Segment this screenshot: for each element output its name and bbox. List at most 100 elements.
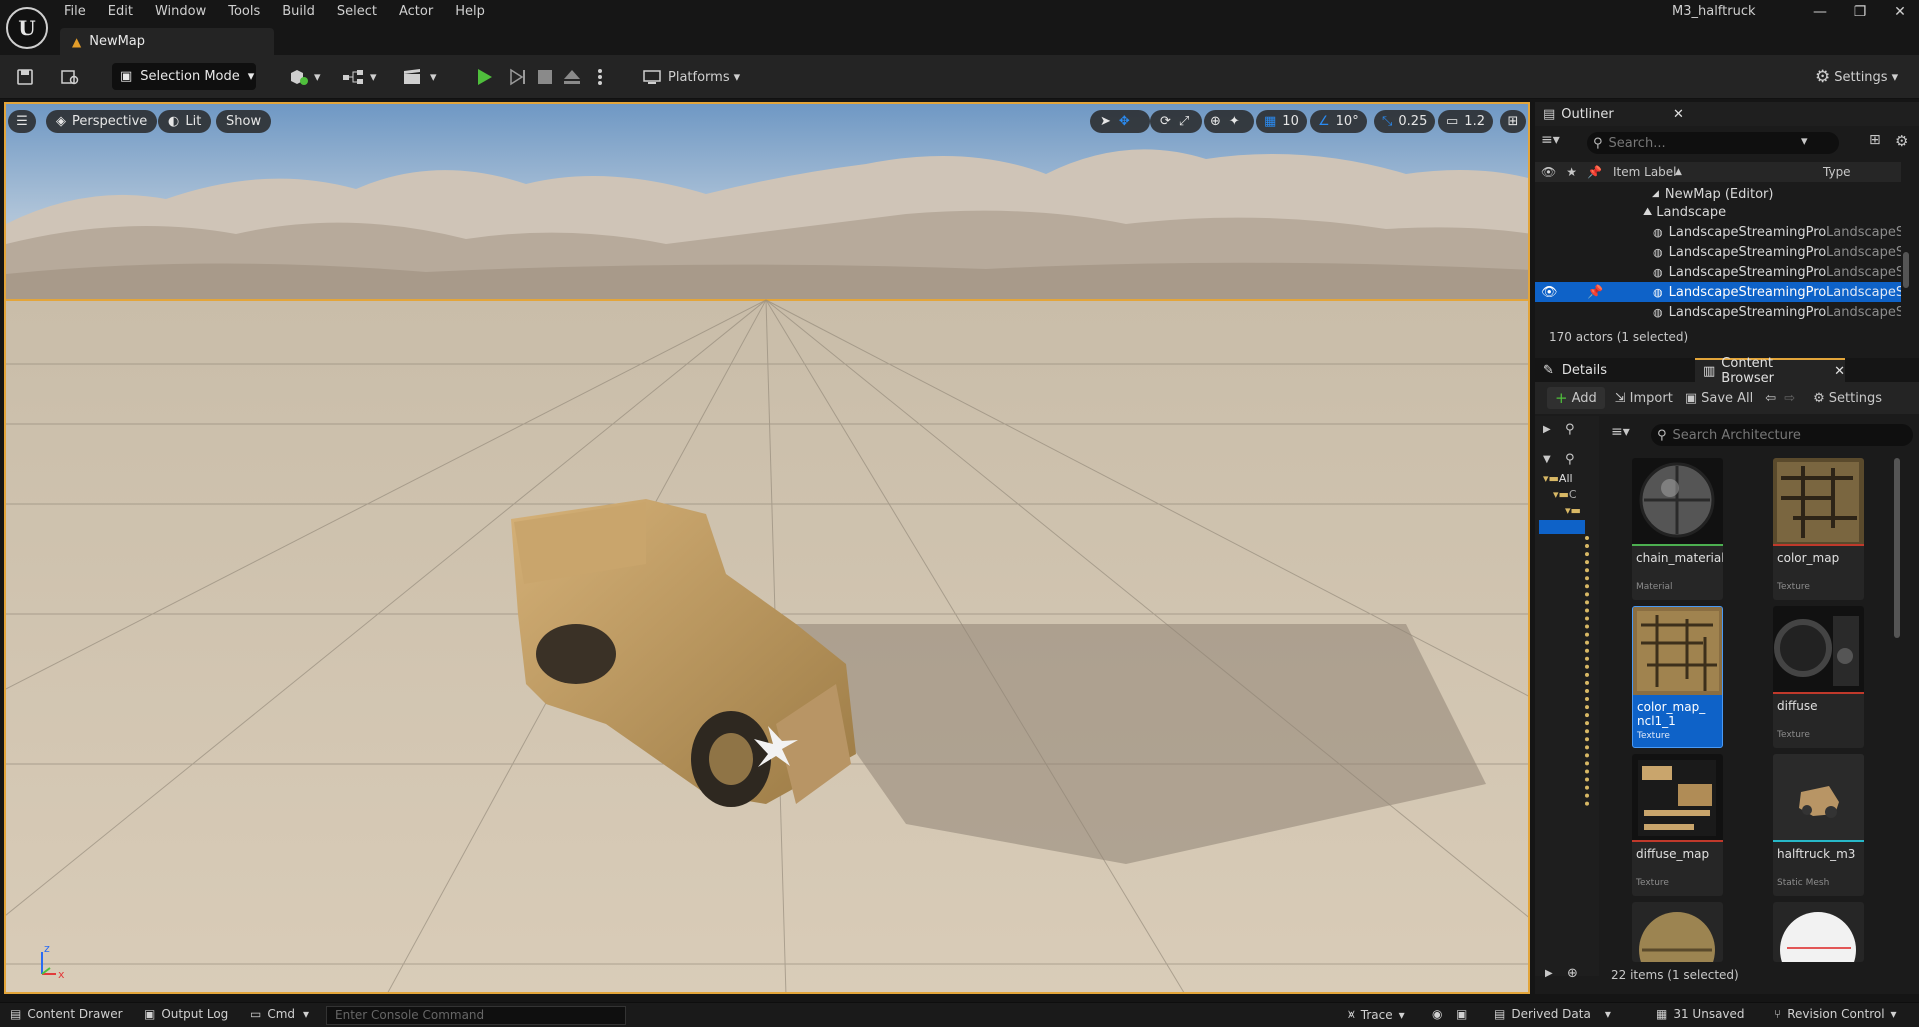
tree-item-c[interactable]: ▾▬C bbox=[1553, 488, 1577, 501]
filter-icon[interactable]: ≡▾ bbox=[1611, 424, 1630, 440]
more-options-icon[interactable] bbox=[596, 63, 604, 91]
record-icon[interactable]: ◉ bbox=[1432, 1007, 1442, 1021]
visibility-icon[interactable]: 👁 bbox=[1541, 285, 1558, 300]
outliner-row[interactable]: ◢ NewMap (Editor) bbox=[1535, 184, 1901, 204]
cmd-dropdown[interactable]: ▭ Cmd ▾ bbox=[250, 1007, 309, 1021]
close-icon[interactable]: ✕ bbox=[1673, 107, 1684, 122]
screenshot-icon[interactable]: ▣ bbox=[1456, 1007, 1467, 1021]
blueprint-button[interactable]: ▾ bbox=[342, 63, 377, 91]
stop-icon[interactable] bbox=[536, 63, 554, 91]
world-icon[interactable]: ⊕ bbox=[1210, 114, 1221, 129]
close-icon[interactable]: ✕ bbox=[1834, 364, 1845, 379]
grid-snap-button[interactable]: ▦ 10 bbox=[1256, 110, 1307, 133]
menu-build[interactable]: Build bbox=[282, 2, 327, 22]
outliner-row[interactable]: ◍ LandscapeStreamingPro LandscapeSt bbox=[1535, 242, 1901, 262]
save-all-button[interactable]: ▣ Save All bbox=[1685, 391, 1753, 406]
chevron-down-icon[interactable]: ▾ bbox=[1801, 134, 1808, 149]
menu-window[interactable]: Window bbox=[155, 2, 218, 22]
document-tab-newmap[interactable]: ▲ NewMap bbox=[60, 28, 274, 55]
trace-dropdown[interactable]: ⩙ Trace ▾ bbox=[1348, 1007, 1405, 1022]
revision-control-dropdown[interactable]: ⑂ Revision Control ▾ bbox=[1774, 1007, 1897, 1021]
menu-file[interactable]: File bbox=[64, 2, 98, 22]
cb-settings-button[interactable]: ⚙ Settings bbox=[1813, 391, 1882, 406]
pin-icon[interactable]: 📌 bbox=[1587, 165, 1602, 179]
lit-button[interactable]: ◐ Lit bbox=[158, 110, 212, 133]
close-icon[interactable]: ✕ bbox=[1880, 0, 1919, 24]
select-arrow-icon[interactable]: ➤ bbox=[1100, 114, 1111, 129]
expand-icon[interactable]: ▶ bbox=[1543, 424, 1551, 435]
content-drawer-button[interactable]: ▤ Content Drawer bbox=[10, 1007, 123, 1021]
show-button[interactable]: Show bbox=[216, 110, 272, 133]
asset-tile-diffuse[interactable]: diffuse Texture bbox=[1773, 606, 1864, 748]
star-icon[interactable]: ★ bbox=[1566, 165, 1577, 179]
level-viewport[interactable]: ☰ ◈ Perspective ◐ Lit Show ➤ ✥ ⟳ ⤢ ⊕ ✦ ▦… bbox=[4, 102, 1530, 994]
selection-mode-dropdown[interactable]: ▣ Selection Mode ▾ bbox=[112, 63, 256, 90]
add-folder-icon[interactable]: ⊞ bbox=[1869, 132, 1881, 148]
outliner-row[interactable]: ◍ LandscapeStreamingPro LandscapeSt bbox=[1535, 302, 1901, 322]
advance-frame-icon[interactable] bbox=[508, 63, 528, 91]
browse-icon[interactable] bbox=[60, 63, 80, 91]
add-button[interactable]: + Add bbox=[1547, 387, 1605, 409]
menu-tools[interactable]: Tools bbox=[228, 2, 272, 22]
platforms-button[interactable]: Platforms ▾ bbox=[642, 63, 740, 91]
eject-icon[interactable] bbox=[562, 63, 582, 91]
asset-tile-diffuse-map[interactable]: diffuse_map Texture bbox=[1632, 754, 1723, 896]
rotation-snap-button[interactable]: ∠ 10° bbox=[1310, 110, 1367, 133]
asset-tile-halftruck-m3[interactable]: halftruck_m3 Static Mesh bbox=[1773, 754, 1864, 896]
output-log-button[interactable]: ▣ Output Log bbox=[144, 1007, 228, 1021]
derived-data-dropdown[interactable]: ▤ Derived Data ▾ bbox=[1494, 1007, 1611, 1021]
search-icon[interactable]: ⚲ bbox=[1565, 452, 1575, 467]
visibility-icon[interactable]: 👁 bbox=[1541, 165, 1556, 179]
scale-snap-button[interactable]: ⤡ 0.25 bbox=[1374, 110, 1436, 133]
menu-select[interactable]: Select bbox=[337, 2, 389, 22]
item-label-column[interactable]: Item Label bbox=[1613, 165, 1677, 179]
play-button[interactable] bbox=[474, 63, 494, 91]
tree-folders[interactable] bbox=[1585, 536, 1591, 806]
scale-icon[interactable]: ⤢ bbox=[1179, 114, 1189, 129]
console-input[interactable]: Enter Console Command bbox=[326, 1006, 626, 1025]
unreal-logo-icon[interactable]: U bbox=[6, 7, 48, 49]
surface-snap-icon[interactable]: ✦ bbox=[1229, 114, 1240, 129]
content-search-input[interactable]: ⚲ Search Architecture bbox=[1651, 424, 1913, 446]
tab-details[interactable]: ✎ Details bbox=[1535, 358, 1695, 382]
viewport-menu-icon[interactable]: ☰ bbox=[8, 110, 36, 133]
asset-tile-chain-material[interactable]: chain_material Material bbox=[1632, 458, 1723, 600]
menu-actor[interactable]: Actor bbox=[399, 2, 445, 22]
minimize-icon[interactable]: — bbox=[1800, 0, 1840, 24]
import-button[interactable]: ⇲ Import bbox=[1615, 391, 1673, 406]
perspective-button[interactable]: ◈ Perspective bbox=[46, 110, 158, 133]
outliner-row-selected[interactable]: 👁 📌 ◍ LandscapeStreamingPro LandscapeSt bbox=[1535, 282, 1901, 302]
add-actor-button[interactable]: ▾ bbox=[288, 63, 321, 91]
tab-content-browser[interactable]: ▥ Content Browser ✕ bbox=[1695, 356, 1845, 386]
tree-item-all[interactable]: ▾▬All bbox=[1543, 472, 1599, 488]
cinematics-button[interactable]: ▾ bbox=[402, 63, 437, 91]
expand-icon[interactable]: ▶ bbox=[1545, 968, 1553, 979]
pin-icon[interactable]: 📌 bbox=[1587, 285, 1603, 300]
folder-icon[interactable]: ▾▬ bbox=[1565, 504, 1581, 517]
forward-icon[interactable]: ⇨ bbox=[1784, 391, 1795, 406]
asset-tile[interactable] bbox=[1632, 902, 1723, 962]
rotate-icon[interactable]: ⟳ bbox=[1160, 114, 1171, 129]
asset-tile-color-map-ncl1-1[interactable]: color_map_ ncl1_1 Texture bbox=[1632, 606, 1723, 748]
collections-add-icon[interactable]: ⊕ bbox=[1567, 966, 1578, 981]
back-icon[interactable]: ⇦ bbox=[1765, 391, 1776, 406]
menu-help[interactable]: Help bbox=[455, 2, 497, 22]
collapse-icon[interactable]: ▼ bbox=[1543, 454, 1551, 465]
asset-tile[interactable] bbox=[1773, 902, 1864, 962]
settings-button[interactable]: ⚙ Settings ▾ bbox=[1815, 63, 1898, 91]
asset-tile-color-map[interactable]: color_map Texture bbox=[1773, 458, 1864, 600]
gear-icon[interactable]: ⚙ bbox=[1895, 132, 1908, 150]
collapse-icon[interactable]: ◢ bbox=[1652, 189, 1659, 199]
unsaved-button[interactable]: ▦ 31 Unsaved bbox=[1656, 1007, 1745, 1021]
translate-icon[interactable]: ✥ bbox=[1119, 114, 1130, 129]
outliner-row[interactable]: ◍ LandscapeStreamingPro LandscapeSt bbox=[1535, 222, 1901, 242]
restore-icon[interactable]: ❐ bbox=[1840, 0, 1880, 24]
viewport-layout-icon[interactable]: ⊞ bbox=[1500, 110, 1526, 133]
tree-item-selected[interactable] bbox=[1539, 520, 1585, 534]
content-scrollbar[interactable] bbox=[1894, 458, 1900, 638]
filter-icon[interactable]: ≡▾ bbox=[1541, 132, 1560, 148]
menu-edit[interactable]: Edit bbox=[108, 2, 145, 22]
outliner-scrollbar[interactable] bbox=[1903, 252, 1909, 288]
type-column[interactable]: Type bbox=[1823, 165, 1851, 179]
camera-speed-button[interactable]: ▭ 1.2 bbox=[1438, 110, 1493, 133]
